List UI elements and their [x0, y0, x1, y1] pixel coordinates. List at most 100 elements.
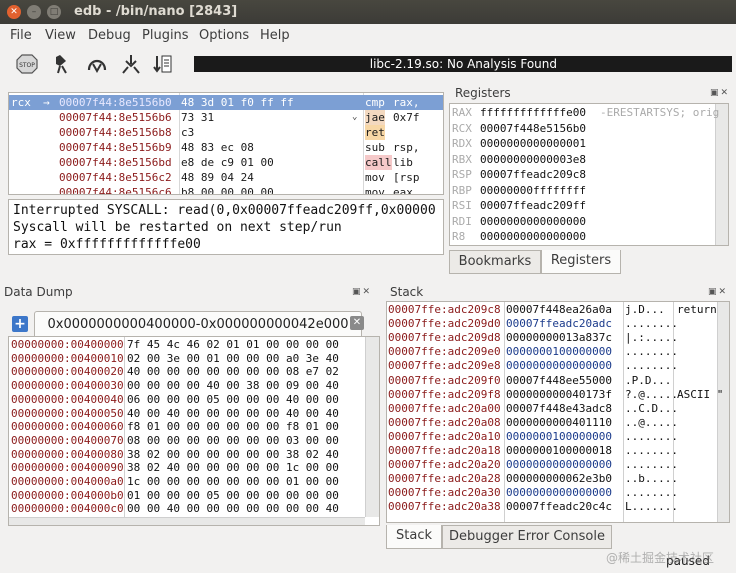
- stack-row[interactable]: 00007ffe:adc209f8 000000000040173f ?.@....…: [387, 388, 723, 402]
- data-dump-vscrollbar[interactable]: [365, 337, 379, 517]
- stack-value: 00007f448ea26a0a: [506, 303, 612, 316]
- dump-hex-bytes: 06 00 00 00 05 00 00 00 40 00 00: [127, 392, 339, 406]
- data-dump-view[interactable]: 00000000:00400000 7f 45 4c 46 02 01 01 00…: [8, 336, 380, 526]
- disasm-row[interactable]: 00007f44:8e5156c2 48 89 04 24 mov [rsp: [9, 170, 443, 185]
- stack-address: 00007ffe:adc209c8: [388, 303, 501, 316]
- instruction-address: 00007f44:8e5156b0: [59, 96, 172, 109]
- tab-debugger-error-console[interactable]: Debugger Error Console: [442, 525, 612, 549]
- menu-debug[interactable]: Debug: [88, 28, 131, 43]
- menu-help[interactable]: Help: [260, 28, 290, 43]
- dump-address: 00000000:00400060: [11, 420, 124, 434]
- dock-buttons[interactable]: ▣✕: [352, 287, 372, 297]
- stack-view[interactable]: 00007ffe:adc209c8 00007f448ea26a0a j.D... r…: [386, 301, 730, 523]
- register-name: RBX: [452, 152, 472, 166]
- dock-buttons[interactable]: ▣✕: [710, 88, 730, 98]
- stop-icon[interactable]: STOP: [14, 52, 42, 78]
- disasm-row[interactable]: 00007f44:8e5156b8 c3 ret: [9, 125, 443, 140]
- stack-row[interactable]: 00007ffe:adc209c8 00007f448ea26a0a j.D... r…: [387, 303, 717, 317]
- registers-scrollbar[interactable]: [715, 104, 728, 245]
- stack-row[interactable]: 00007ffe:adc209d0 00007ffeadc20adc.......…: [387, 317, 717, 331]
- stack-comment: ASCII ": [677, 387, 724, 401]
- dump-row[interactable]: 00000000:00400080 38 02 00 00 00 00 00 00…: [9, 448, 363, 462]
- tab-memory-region[interactable]: 0x0000000000400000-0x000000000042e000: [34, 311, 362, 337]
- tab-stack[interactable]: Stack: [386, 525, 442, 549]
- dump-row[interactable]: 00000000:00400030 00 00 00 00 40 00 38 00…: [9, 379, 363, 393]
- register-row[interactable]: RSI 00007ffeadc209ff: [450, 198, 714, 213]
- register-row[interactable]: RDI 0000000000000000: [450, 214, 714, 229]
- disasm-row[interactable]: rcx → 00007f44:8e5156b0 48 3d 01 f0 ff ff cm…: [9, 95, 443, 110]
- register-row[interactable]: RBX 00000000000003e8: [450, 152, 714, 167]
- menu-plugins[interactable]: Plugins: [142, 28, 189, 43]
- stack-row[interactable]: 00007ffe:adc209e8 0000000000000000.......…: [387, 359, 717, 373]
- stack-address: 00007ffe:adc20a28: [388, 472, 501, 486]
- tab-registers[interactable]: Registers: [541, 250, 621, 274]
- dump-row[interactable]: 00000000:00400010 02 00 3e 00 01 00 00 00…: [9, 352, 363, 366]
- stack-row[interactable]: 00007ffe:adc209e0 0000000100000000.......…: [387, 345, 717, 359]
- step-out-icon[interactable]: [150, 52, 178, 78]
- step-into-icon[interactable]: [84, 52, 112, 78]
- stack-ascii: j.D...: [625, 303, 665, 316]
- disasm-row[interactable]: 00007f44:8e5156b6 73 31 jae 0x7f ⌄: [9, 110, 443, 125]
- stack-scrollbar[interactable]: [717, 302, 729, 522]
- menu-options[interactable]: Options: [199, 28, 249, 43]
- register-row[interactable]: RAX fffffffffffffe00 -ERESTARTSYS; orig: [450, 105, 719, 120]
- stack-address: 00007ffe:adc20a20: [388, 458, 501, 472]
- dump-row[interactable]: 00000000:00400090 38 02 40 00 00 00 00 00…: [9, 461, 363, 475]
- register-row[interactable]: RDX 0000000000000001: [450, 136, 714, 151]
- dump-row[interactable]: 00000000:00400020 40 00 00 00 00 00 00 00…: [9, 365, 363, 379]
- maximize-window-button[interactable]: □: [47, 5, 61, 19]
- dump-row[interactable]: 00000000:00400040 06 00 00 00 05 00 00 00…: [9, 393, 363, 407]
- stack-row[interactable]: 00007ffe:adc20a10 0000000100000000.......…: [387, 430, 717, 444]
- menu-view[interactable]: View: [45, 28, 76, 43]
- register-row[interactable]: RBP 00000000ffffffff: [450, 183, 714, 198]
- run-icon[interactable]: [50, 52, 78, 78]
- register-row[interactable]: RCX 00007f448e5156b0: [450, 121, 714, 136]
- minimize-window-button[interactable]: –: [27, 5, 41, 19]
- stack-row[interactable]: 00007ffe:adc20a28 000000000062e3b0 ..b....…: [387, 472, 717, 486]
- stack-row[interactable]: 00007ffe:adc209d8 00000000013a837c |.:....…: [387, 331, 717, 345]
- tab-bookmarks[interactable]: Bookmarks: [449, 250, 541, 274]
- disassembly-view[interactable]: rcx → 00007f44:8e5156b0 48 3d 01 f0 ff ff cm…: [8, 92, 444, 195]
- dump-row[interactable]: 00000000:00400070 08 00 00 00 00 00 00 00…: [9, 434, 363, 448]
- instruction-mnemonic: ret: [365, 125, 385, 140]
- dump-row[interactable]: 00000000:004000b0 01 00 00 00 05 00 00 00…: [9, 489, 363, 503]
- stack-address: 00007ffe:adc20a18: [388, 444, 501, 457]
- dump-hex-bytes: 38 02 40 00 00 00 00 00 1c 00 00: [127, 461, 339, 475]
- dump-hex-bytes: 40 00 00 00 00 00 00 00 08 e7 02: [127, 365, 339, 379]
- dump-hex-bytes: 40 00 40 00 00 00 00 00 40 00 40: [127, 406, 339, 420]
- add-tab-button[interactable]: +: [12, 316, 28, 332]
- dump-row[interactable]: 00000000:004000c0 00 00 40 00 00 00 00 00…: [9, 502, 363, 516]
- register-value: 00007ffeadc209c8: [480, 168, 586, 181]
- dump-hex-bytes: 02 00 3e 00 01 00 00 00 a0 3e 40: [127, 351, 339, 365]
- analysis-status-bar: libc-2.19.so: No Analysis Found: [194, 56, 732, 72]
- disasm-row[interactable]: 00007f44:8e5156c6 b8 00 00 00 00 mov eax,: [9, 185, 443, 194]
- dock-buttons[interactable]: ▣✕: [708, 287, 728, 297]
- register-row[interactable]: RSP 00007ffeadc209c8: [450, 167, 714, 182]
- close-tab-icon[interactable]: ✕: [350, 316, 364, 330]
- dump-row[interactable]: 00000000:00400000 7f 45 4c 46 02 01 01 00…: [9, 338, 363, 352]
- stack-row[interactable]: 00007ffe:adc20a38 00007ffeadc20c4c L......…: [387, 500, 717, 514]
- stack-row[interactable]: 00007ffe:adc20a08 0000000000401110 ..@....…: [387, 416, 717, 430]
- stack-row[interactable]: 00007ffe:adc20a30 0000000000000000.......…: [387, 486, 717, 500]
- step-over-icon[interactable]: [118, 52, 146, 78]
- close-window-button[interactable]: ✕: [7, 5, 21, 19]
- registers-view[interactable]: RAX fffffffffffffe00 -ERESTARTSYS; orig RCX…: [449, 103, 729, 246]
- stack-row[interactable]: 00007ffe:adc20a18 0000000100000018.......…: [387, 444, 717, 458]
- instruction-address: 00007f44:8e5156b9: [59, 141, 172, 154]
- instruction-mnemonic: mov: [365, 171, 385, 184]
- menu-file[interactable]: File: [10, 28, 32, 43]
- stack-row[interactable]: 00007ffe:adc209f0 00007f448ee55000 .P.D...: [387, 374, 717, 388]
- dump-row[interactable]: 00000000:00400050 40 00 40 00 00 00 00 00…: [9, 407, 363, 421]
- disasm-row[interactable]: 00007f44:8e5156b9 48 83 ec 08 sub rsp,: [9, 140, 443, 155]
- dump-row[interactable]: 00000000:004000a0 1c 00 00 00 00 00 00 00…: [9, 475, 363, 489]
- instruction-address: 00007f44:8e5156c2: [59, 171, 172, 184]
- dump-row[interactable]: 00000000:00400060 f8 01 00 00 00 00 00 00…: [9, 420, 363, 434]
- disasm-row[interactable]: 00007f44:8e5156bd e8 de c9 01 00 call lib: [9, 155, 443, 170]
- stack-row[interactable]: 00007ffe:adc20a20 0000000000000000.......…: [387, 458, 717, 472]
- data-dump-hscrollbar[interactable]: [9, 517, 365, 525]
- register-row[interactable]: R8 0000000000000000: [450, 229, 714, 244]
- stack-row[interactable]: 00007ffe:adc20a00 00007f448e43adc8 ..C.D..…: [387, 402, 717, 416]
- instruction-mnemonic: cmp: [365, 96, 385, 109]
- instruction-address: 00007f44:8e5156bd: [59, 156, 172, 169]
- dump-hex-bytes: 1c 00 00 00 00 00 00 00 01 00 00: [127, 475, 339, 488]
